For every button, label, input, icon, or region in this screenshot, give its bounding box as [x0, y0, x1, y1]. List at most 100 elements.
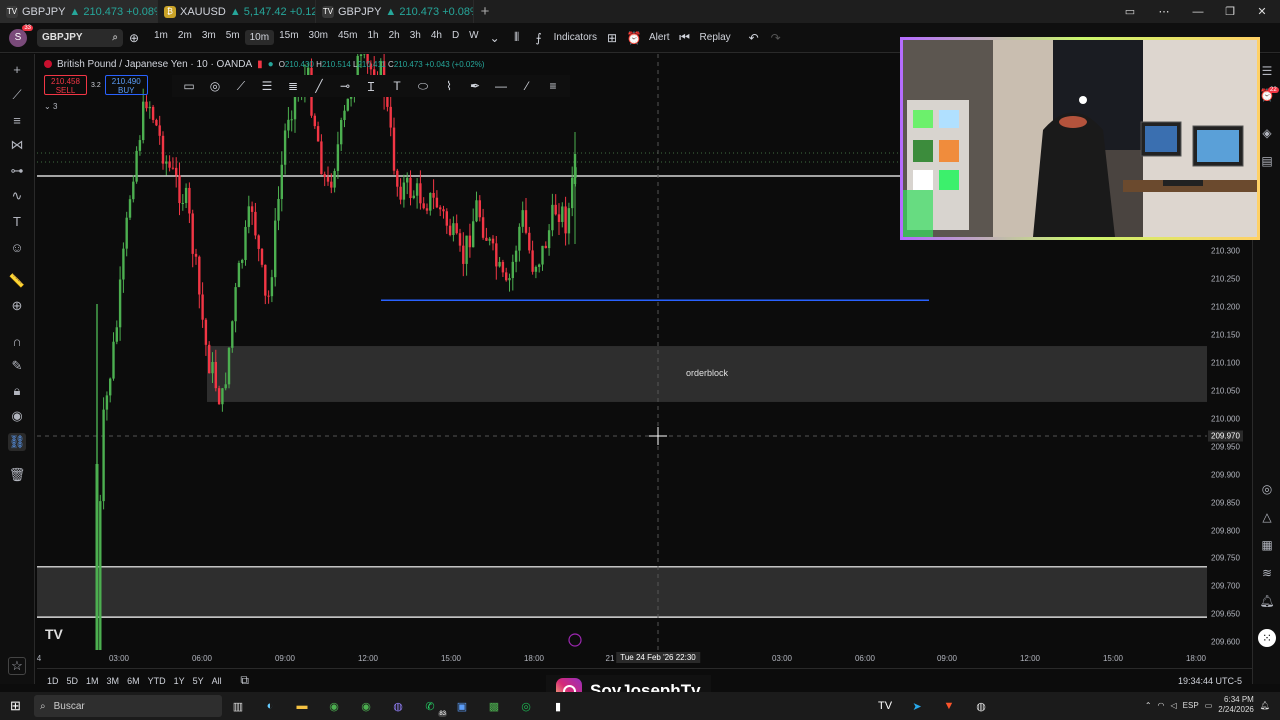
close-window-button[interactable]: ✕: [1244, 0, 1280, 23]
chat-icon[interactable]: ▤: [1258, 152, 1276, 170]
wifi-icon[interactable]: ◠: [1158, 701, 1165, 710]
watchlist-icon[interactable]: ☰: [1258, 62, 1276, 80]
keyboard-language[interactable]: ESP: [1183, 701, 1199, 710]
taskbar-search[interactable]: ⌕ Buscar: [34, 695, 222, 717]
buy-button[interactable]: 210.490 BUY: [104, 75, 148, 95]
new-tab-button[interactable]: +: [474, 0, 496, 23]
range-All[interactable]: All: [208, 676, 226, 686]
range-6M[interactable]: 6M: [123, 676, 144, 686]
trend-line-icon[interactable]: ⟋: [8, 86, 26, 104]
link-icon[interactable]: ⛓: [8, 433, 26, 451]
interval-45m[interactable]: 45m: [333, 30, 362, 45]
alert-button[interactable]: Alert: [645, 32, 674, 43]
calculator-icon[interactable]: ▣: [451, 695, 473, 717]
text-cursor-icon[interactable]: Ｉ: [360, 77, 382, 95]
interval-3h[interactable]: 3h: [405, 30, 426, 45]
tray-chevron-icon[interactable]: ⌃: [1145, 701, 1152, 710]
circle-target-icon[interactable]: ◎: [204, 77, 226, 95]
text-icon[interactable]: T: [386, 77, 408, 95]
ideas-icon[interactable]: △: [1258, 508, 1276, 526]
browser-tab-xauusd[interactable]: ₿ XAUUSD ▲ 5,147.42 +0.12% ×: [158, 0, 316, 23]
pen-icon[interactable]: ✒: [464, 77, 486, 95]
parallel-channel-icon[interactable]: ☰: [256, 77, 278, 95]
emoji-icon[interactable]: ☺: [8, 238, 26, 256]
replay-icon[interactable]: ⏮: [674, 30, 696, 45]
time-axis[interactable]: 4 03:00 06:00 09:00 12:00 15:00 18:00 21 03:00 06…: [37, 650, 1249, 667]
browser-tab-gbpjpy[interactable]: TV GBPJPY ▲ 210.473 +0.08% ×: [0, 0, 158, 23]
rectangle-icon[interactable]: ▭: [178, 77, 200, 95]
lock-icon[interactable]: 🔒︎: [8, 382, 26, 400]
interval-15m[interactable]: 15m: [274, 30, 303, 45]
copilot-icon[interactable]: ◐: [259, 695, 281, 717]
horizontal-line-icon[interactable]: —: [490, 77, 512, 95]
symbol-title[interactable]: British Pound / Japanese Yen · 10 · OAND…: [57, 59, 252, 70]
indicators-icon[interactable]: ⨍: [528, 31, 550, 45]
trend-line-icon[interactable]: ⟋: [230, 77, 252, 95]
redo-icon[interactable]: ↷: [765, 31, 787, 45]
text-tool-icon[interactable]: T: [8, 212, 26, 230]
star-icon[interactable]: ☆: [8, 657, 26, 675]
chevron-down-icon[interactable]: ⌄: [484, 31, 506, 45]
epic-icon[interactable]: ▮: [547, 695, 569, 717]
ray-icon[interactable]: ╱: [308, 77, 330, 95]
interval-5m[interactable]: 5m: [221, 30, 245, 45]
notification-center-icon[interactable]: 🔔︎: [1260, 701, 1270, 710]
task-view-icon[interactable]: ▥: [227, 695, 249, 717]
range-1M[interactable]: 1M: [82, 676, 103, 686]
symbol-search[interactable]: GBPJPY ⌕: [37, 28, 123, 47]
path-icon[interactable]: ⌇: [438, 77, 460, 95]
magnet-icon[interactable]: ∩: [8, 332, 26, 350]
windows-start-icon[interactable]: ⊞: [10, 698, 21, 714]
interval-W[interactable]: W: [464, 30, 483, 45]
fib-retracement-icon[interactable]: ≣: [282, 77, 304, 95]
brave-icon[interactable]: ▼: [938, 695, 960, 717]
crosshair-icon[interactable]: +: [8, 60, 26, 78]
cast-icon[interactable]: ▭: [1112, 0, 1148, 23]
utc-clock[interactable]: 19:34:44 UTC-5: [1178, 676, 1242, 686]
eye-icon[interactable]: ◉: [8, 407, 26, 425]
interval-10m[interactable]: 10m: [244, 30, 275, 45]
avatar[interactable]: S 33: [9, 24, 33, 47]
interval-2h[interactable]: 2h: [384, 30, 405, 45]
interval-3m[interactable]: 3m: [197, 30, 221, 45]
notifications-icon[interactable]: 🔔︎: [1258, 592, 1276, 610]
pencil-lock-icon[interactable]: ✎: [8, 357, 26, 375]
obs-icon[interactable]: ◍: [970, 695, 992, 717]
chrome-icon[interactable]: ◉: [323, 695, 345, 717]
compare-add-icon[interactable]: ⊕: [123, 31, 145, 45]
minecraft-icon[interactable]: ▩: [483, 695, 505, 717]
signal-icon[interactable]: ≋: [1258, 564, 1276, 582]
brush-icon[interactable]: ∿: [8, 187, 26, 205]
chart-type-icon[interactable]: ⫴: [506, 30, 528, 45]
maximize-button[interactable]: ❐: [1212, 0, 1248, 23]
discord-icon[interactable]: ◍: [387, 695, 409, 717]
range-1D[interactable]: 1D: [43, 676, 63, 686]
interval-D[interactable]: D: [447, 30, 464, 45]
range-YTD[interactable]: YTD: [144, 676, 170, 686]
menu-icon[interactable]: ≡: [542, 77, 564, 95]
replay-button[interactable]: Replay: [696, 32, 735, 43]
more-icon[interactable]: ⋯: [1146, 0, 1182, 23]
interval-30m[interactable]: 30m: [304, 30, 333, 45]
calendar-goto-icon[interactable]: ⧉: [234, 673, 256, 688]
interval-1m[interactable]: 1m: [149, 30, 173, 45]
browser-tab-gbpjpy-2[interactable]: TV GBPJPY ▲ 210.473 +0.08% ×: [316, 0, 474, 23]
spotify-icon[interactable]: ◎: [515, 695, 537, 717]
alert-icon[interactable]: ⏰: [623, 31, 645, 45]
apps-icon[interactable]: ⁙: [1258, 629, 1276, 647]
indicator-collapse[interactable]: ⌄ 3: [44, 102, 57, 111]
network-icon[interactable]: ▭: [1205, 701, 1213, 710]
interval-4h[interactable]: 4h: [426, 30, 447, 45]
layers-icon[interactable]: ◈: [1258, 124, 1276, 142]
chrome-profile-icon[interactable]: ◉: [355, 695, 377, 717]
tradingview-taskbar-icon[interactable]: TV: [874, 695, 896, 717]
indicators-button[interactable]: Indicators: [550, 32, 601, 43]
range-3M[interactable]: 3M: [103, 676, 124, 686]
calendar-icon[interactable]: ▦: [1258, 536, 1276, 554]
zoom-icon[interactable]: ⊕: [8, 297, 26, 315]
minimize-button[interactable]: —: [1180, 0, 1216, 23]
whatsapp-icon[interactable]: ✆ 83: [419, 695, 447, 717]
ellipse-icon[interactable]: ⬭: [412, 77, 434, 95]
undo-icon[interactable]: ↶: [743, 31, 765, 45]
interval-1h[interactable]: 1h: [362, 30, 383, 45]
